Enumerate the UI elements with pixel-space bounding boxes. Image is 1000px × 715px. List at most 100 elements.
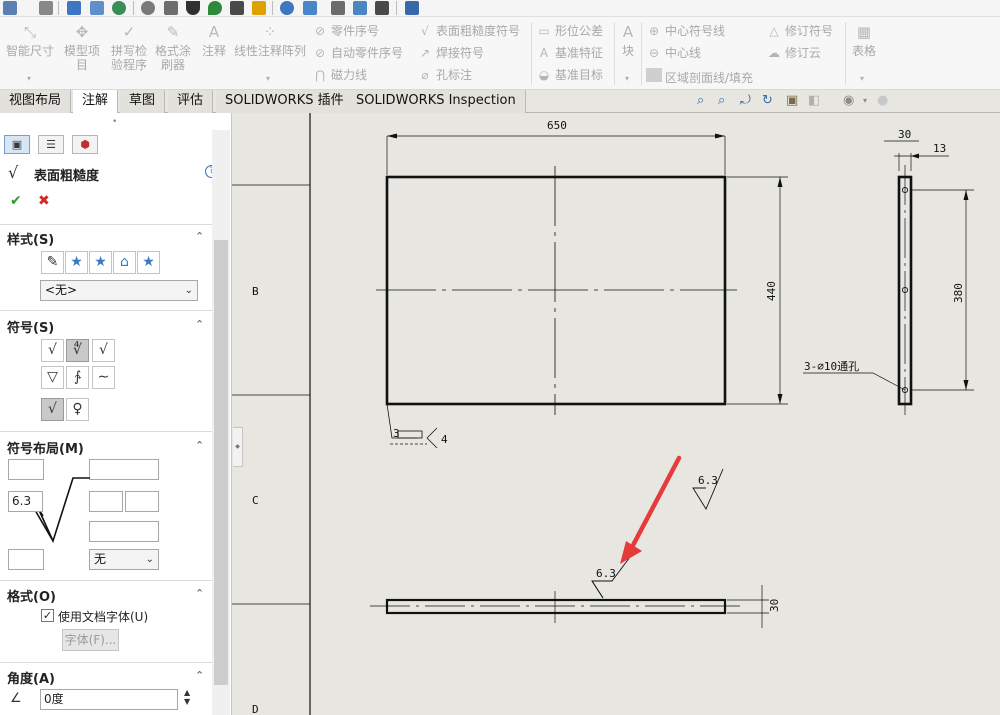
tab-evaluate[interactable]: 评估	[168, 90, 214, 113]
document-icon[interactable]	[405, 1, 419, 15]
datum-feature-button[interactable]: A 基准特征	[536, 45, 603, 61]
spell-check-button[interactable]: ✓ 拼写检 验程序	[108, 23, 150, 72]
linear-note-pattern-button[interactable]: ⁘ 线性注释阵列	[232, 23, 308, 58]
tab-solidworks-addins[interactable]: SOLIDWORKS 插件	[216, 90, 354, 113]
block-button[interactable]: A 块	[618, 23, 638, 58]
font-button[interactable]: 字体(F)...	[62, 629, 119, 651]
roughness-value-field[interactable]: 6.3	[8, 491, 43, 512]
chevron-up-icon[interactable]: ⌃	[195, 587, 204, 600]
symbol-layout-section-header[interactable]: 符号布局(M)	[7, 438, 84, 457]
save-style-icon[interactable]: ⌂	[113, 251, 136, 274]
angle-section-header[interactable]: 角度(A)	[7, 668, 55, 687]
drawing-canvas[interactable]: B C D 650 440 30 13 380 3-∅10通孔 3 4 6.3 …	[232, 113, 1000, 715]
add-in-icon[interactable]	[252, 1, 266, 15]
hole-note-text[interactable]: 3-∅10通孔	[804, 360, 859, 373]
hide-show-icon[interactable]: ◉	[843, 93, 854, 110]
surface-finish-on-part-value[interactable]: 6.3	[596, 567, 616, 580]
load-style-icon[interactable]: ★	[137, 251, 160, 274]
machining-prohibited-icon[interactable]: √	[92, 339, 115, 362]
center-mark-button[interactable]: ⊕ 中心符号线	[646, 23, 725, 39]
ok-check-button[interactable]: ✔	[10, 193, 22, 209]
dimension-text-side-30[interactable]: 30	[898, 128, 911, 141]
sketch-tool-icon[interactable]	[39, 1, 53, 15]
format-section-header[interactable]: 格式(O)	[7, 586, 56, 605]
delete-style-icon[interactable]: ★	[89, 251, 112, 274]
options-icon[interactable]	[164, 1, 178, 15]
auto-balloon-button[interactable]: ⊘ 自动零件序号	[312, 45, 403, 61]
balloon-button[interactable]: ⊘ 零件序号	[312, 23, 379, 39]
panel-scrollbar-thumb[interactable]	[214, 240, 228, 685]
screen-icon[interactable]	[353, 1, 367, 15]
other-roughness-field[interactable]	[125, 491, 159, 512]
panel-grip-icon[interactable]: •	[112, 117, 117, 127]
chevron-down-icon[interactable]: ▾	[863, 96, 867, 113]
table-button[interactable]: ▦ 表格	[850, 23, 878, 58]
globe-icon[interactable]	[112, 1, 126, 15]
magnetic-line-button[interactable]: ⋂ 磁力线	[312, 67, 367, 83]
hole-callout-button[interactable]: ⌀ 孔标注	[417, 67, 472, 83]
chevron-up-icon[interactable]: ⌃	[195, 230, 204, 243]
feature-manager-tab[interactable]: ▣	[4, 135, 30, 154]
dimension-text-side-380[interactable]: 380	[952, 283, 965, 303]
zoom-icon[interactable]	[280, 1, 294, 15]
centerline-button[interactable]: ⊖ 中心线	[646, 45, 701, 61]
machining-allowance-field[interactable]	[89, 521, 159, 542]
zoom-area-icon[interactable]: ⌕	[718, 93, 725, 110]
production-method-field[interactable]	[89, 459, 159, 480]
minimum-roughness-field[interactable]	[8, 549, 44, 570]
configuration-manager-tab[interactable]: ⬢	[72, 135, 98, 154]
display-icon[interactable]	[67, 1, 81, 15]
filter-icon[interactable]	[186, 1, 200, 15]
front-view-outline[interactable]	[385, 175, 727, 406]
macro-icon[interactable]	[230, 1, 244, 15]
chevron-down-icon[interactable]: ▾	[27, 74, 31, 83]
location-pin-icon[interactable]	[208, 1, 222, 15]
chevron-up-icon[interactable]: ⌃	[195, 318, 204, 331]
jis-machining-icon[interactable]: ∱	[66, 366, 89, 389]
tab-view-layout[interactable]: 视图布局	[0, 90, 72, 113]
area-hatch-button[interactable]: 区域剖面线/填充	[646, 67, 753, 85]
surface-finish-default-value[interactable]: 6.3	[698, 474, 718, 487]
geometric-tolerance-button[interactable]: ▭ 形位公差	[536, 23, 603, 39]
property-manager-tab[interactable]: ☰	[38, 135, 64, 154]
style-section-header[interactable]: 样式(S)	[7, 229, 54, 248]
symbol-section-header[interactable]: 符号(S)	[7, 317, 54, 336]
all-around-icon[interactable]: ♀	[66, 398, 89, 421]
sampling-length-field[interactable]	[89, 491, 123, 512]
add-style-icon[interactable]: ★	[65, 251, 88, 274]
style-dropdown[interactable]: <无> ⌄	[40, 280, 198, 301]
weld-symbol-button[interactable]: ↗ 焊接符号	[417, 45, 484, 61]
jis-basic-icon[interactable]: ▽	[41, 366, 64, 389]
format-painter-button[interactable]: ✎ 格式涂 刷器	[152, 23, 194, 72]
print-icon[interactable]	[331, 1, 345, 15]
display-style-icon[interactable]: ◧	[808, 93, 820, 110]
drawing-sheet[interactable]: B C D 650 440 30 13 380 3-∅10通孔 3 4 6.3 …	[232, 113, 1000, 715]
binoculars-icon[interactable]	[303, 1, 317, 15]
appearance-icon[interactable]: ●	[877, 93, 888, 110]
use-doc-font-checkbox[interactable]: ✓	[41, 609, 54, 622]
tab-solidworks-inspection[interactable]: SOLIDWORKS Inspection	[347, 90, 526, 113]
cancel-x-button[interactable]: ✖	[38, 193, 50, 209]
top-view-outline[interactable]	[385, 598, 727, 615]
datum-target-button[interactable]: ◒ 基准目标	[536, 67, 603, 83]
jis-wave-icon[interactable]: ∼	[92, 366, 115, 389]
panel-collapse-handle[interactable]: ◆	[233, 427, 243, 467]
dimension-text-440[interactable]: 440	[765, 281, 778, 301]
chevron-up-icon[interactable]: ⌃	[195, 669, 204, 682]
view-display-icon[interactable]: ▣	[786, 93, 798, 110]
settings-gear-icon[interactable]	[141, 1, 155, 15]
apply-style-icon[interactable]: ✎	[41, 251, 64, 274]
publish-icon[interactable]	[375, 1, 389, 15]
smart-dimension-button[interactable]: ⤡ 智能尺寸	[4, 23, 56, 58]
layers-icon[interactable]	[90, 1, 104, 15]
dimension-text-bottom-30[interactable]: 30	[768, 599, 781, 612]
angle-value-field[interactable]: 0度	[40, 689, 178, 710]
zoom-to-fit-icon[interactable]: ⌕	[697, 93, 704, 110]
dimension-text-side-13[interactable]: 13	[933, 142, 946, 155]
chevron-up-icon[interactable]: ⌃	[195, 439, 204, 452]
chevron-down-icon[interactable]: ▾	[625, 74, 629, 83]
angle-spinner[interactable]: ▲ ▼	[184, 688, 190, 706]
tab-sketch[interactable]: 草图	[120, 90, 166, 113]
chevron-down-icon[interactable]: ▾	[266, 74, 270, 83]
chevron-down-icon[interactable]: ▾	[860, 74, 864, 83]
